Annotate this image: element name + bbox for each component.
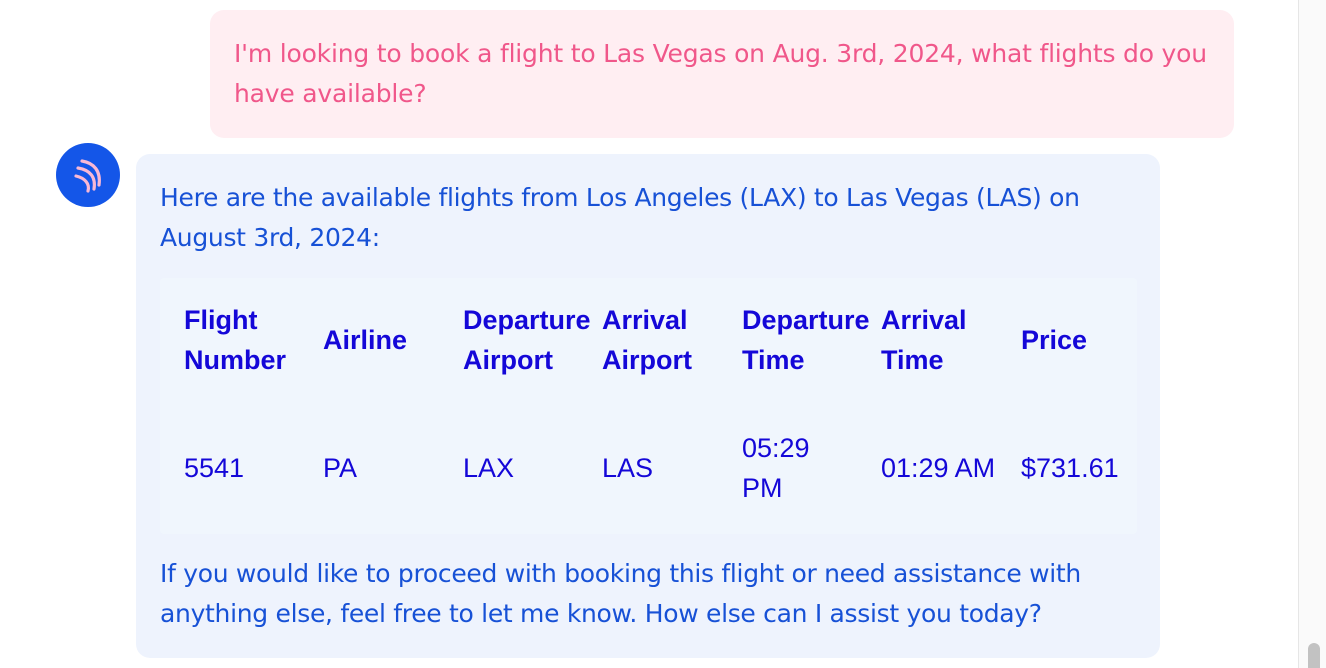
cell-airline: PA [323, 453, 358, 483]
header-arrival-time: Arrival Time [881, 305, 967, 375]
chat-page: I'm looking to book a flight to Las Vega… [0, 0, 1326, 668]
scrollbar-thumb[interactable] [1308, 643, 1320, 668]
header-arrival-airport: Arrival Airport [602, 305, 692, 375]
flights-table-container: Flight Number Airline Departure Airport … [160, 278, 1137, 534]
page-scrollbar[interactable] [1298, 0, 1326, 668]
header-flight-number: Flight Number [184, 305, 287, 375]
header-departure-airport: Departure Airport [463, 305, 591, 375]
assistant-avatar [56, 143, 120, 207]
assistant-message-bubble: Here are the available flights from Los … [136, 154, 1160, 658]
cell-price: $731.61 [1021, 453, 1119, 483]
header-price: Price [1021, 325, 1088, 355]
user-message-text: I'm looking to book a flight to Las Vega… [234, 39, 1207, 108]
cell-departure-time: 05:29 PM [742, 433, 810, 503]
table-header-row: Flight Number Airline Departure Airport … [160, 278, 1135, 402]
header-airline: Airline [323, 325, 408, 355]
table-row: 5541 PA LAX LAS 05:29 PM 01:29 AM $731.6… [160, 402, 1135, 534]
airline-logo-icon [74, 159, 101, 193]
assistant-outro-text: If you would like to proceed with bookin… [160, 559, 1081, 628]
cell-arrival-time: 01:29 AM [881, 453, 996, 483]
cell-flight-number: 5541 [184, 453, 245, 483]
cell-arrival-airport: LAS [602, 453, 654, 483]
header-departure-time: Departure Time [742, 305, 870, 375]
assistant-intro-text: Here are the available flights from Los … [160, 183, 1080, 252]
user-message-bubble: I'm looking to book a flight to Las Vega… [210, 10, 1234, 138]
flights-table: Flight Number Airline Departure Airport … [160, 278, 1135, 534]
cell-departure-airport: LAX [463, 453, 515, 483]
